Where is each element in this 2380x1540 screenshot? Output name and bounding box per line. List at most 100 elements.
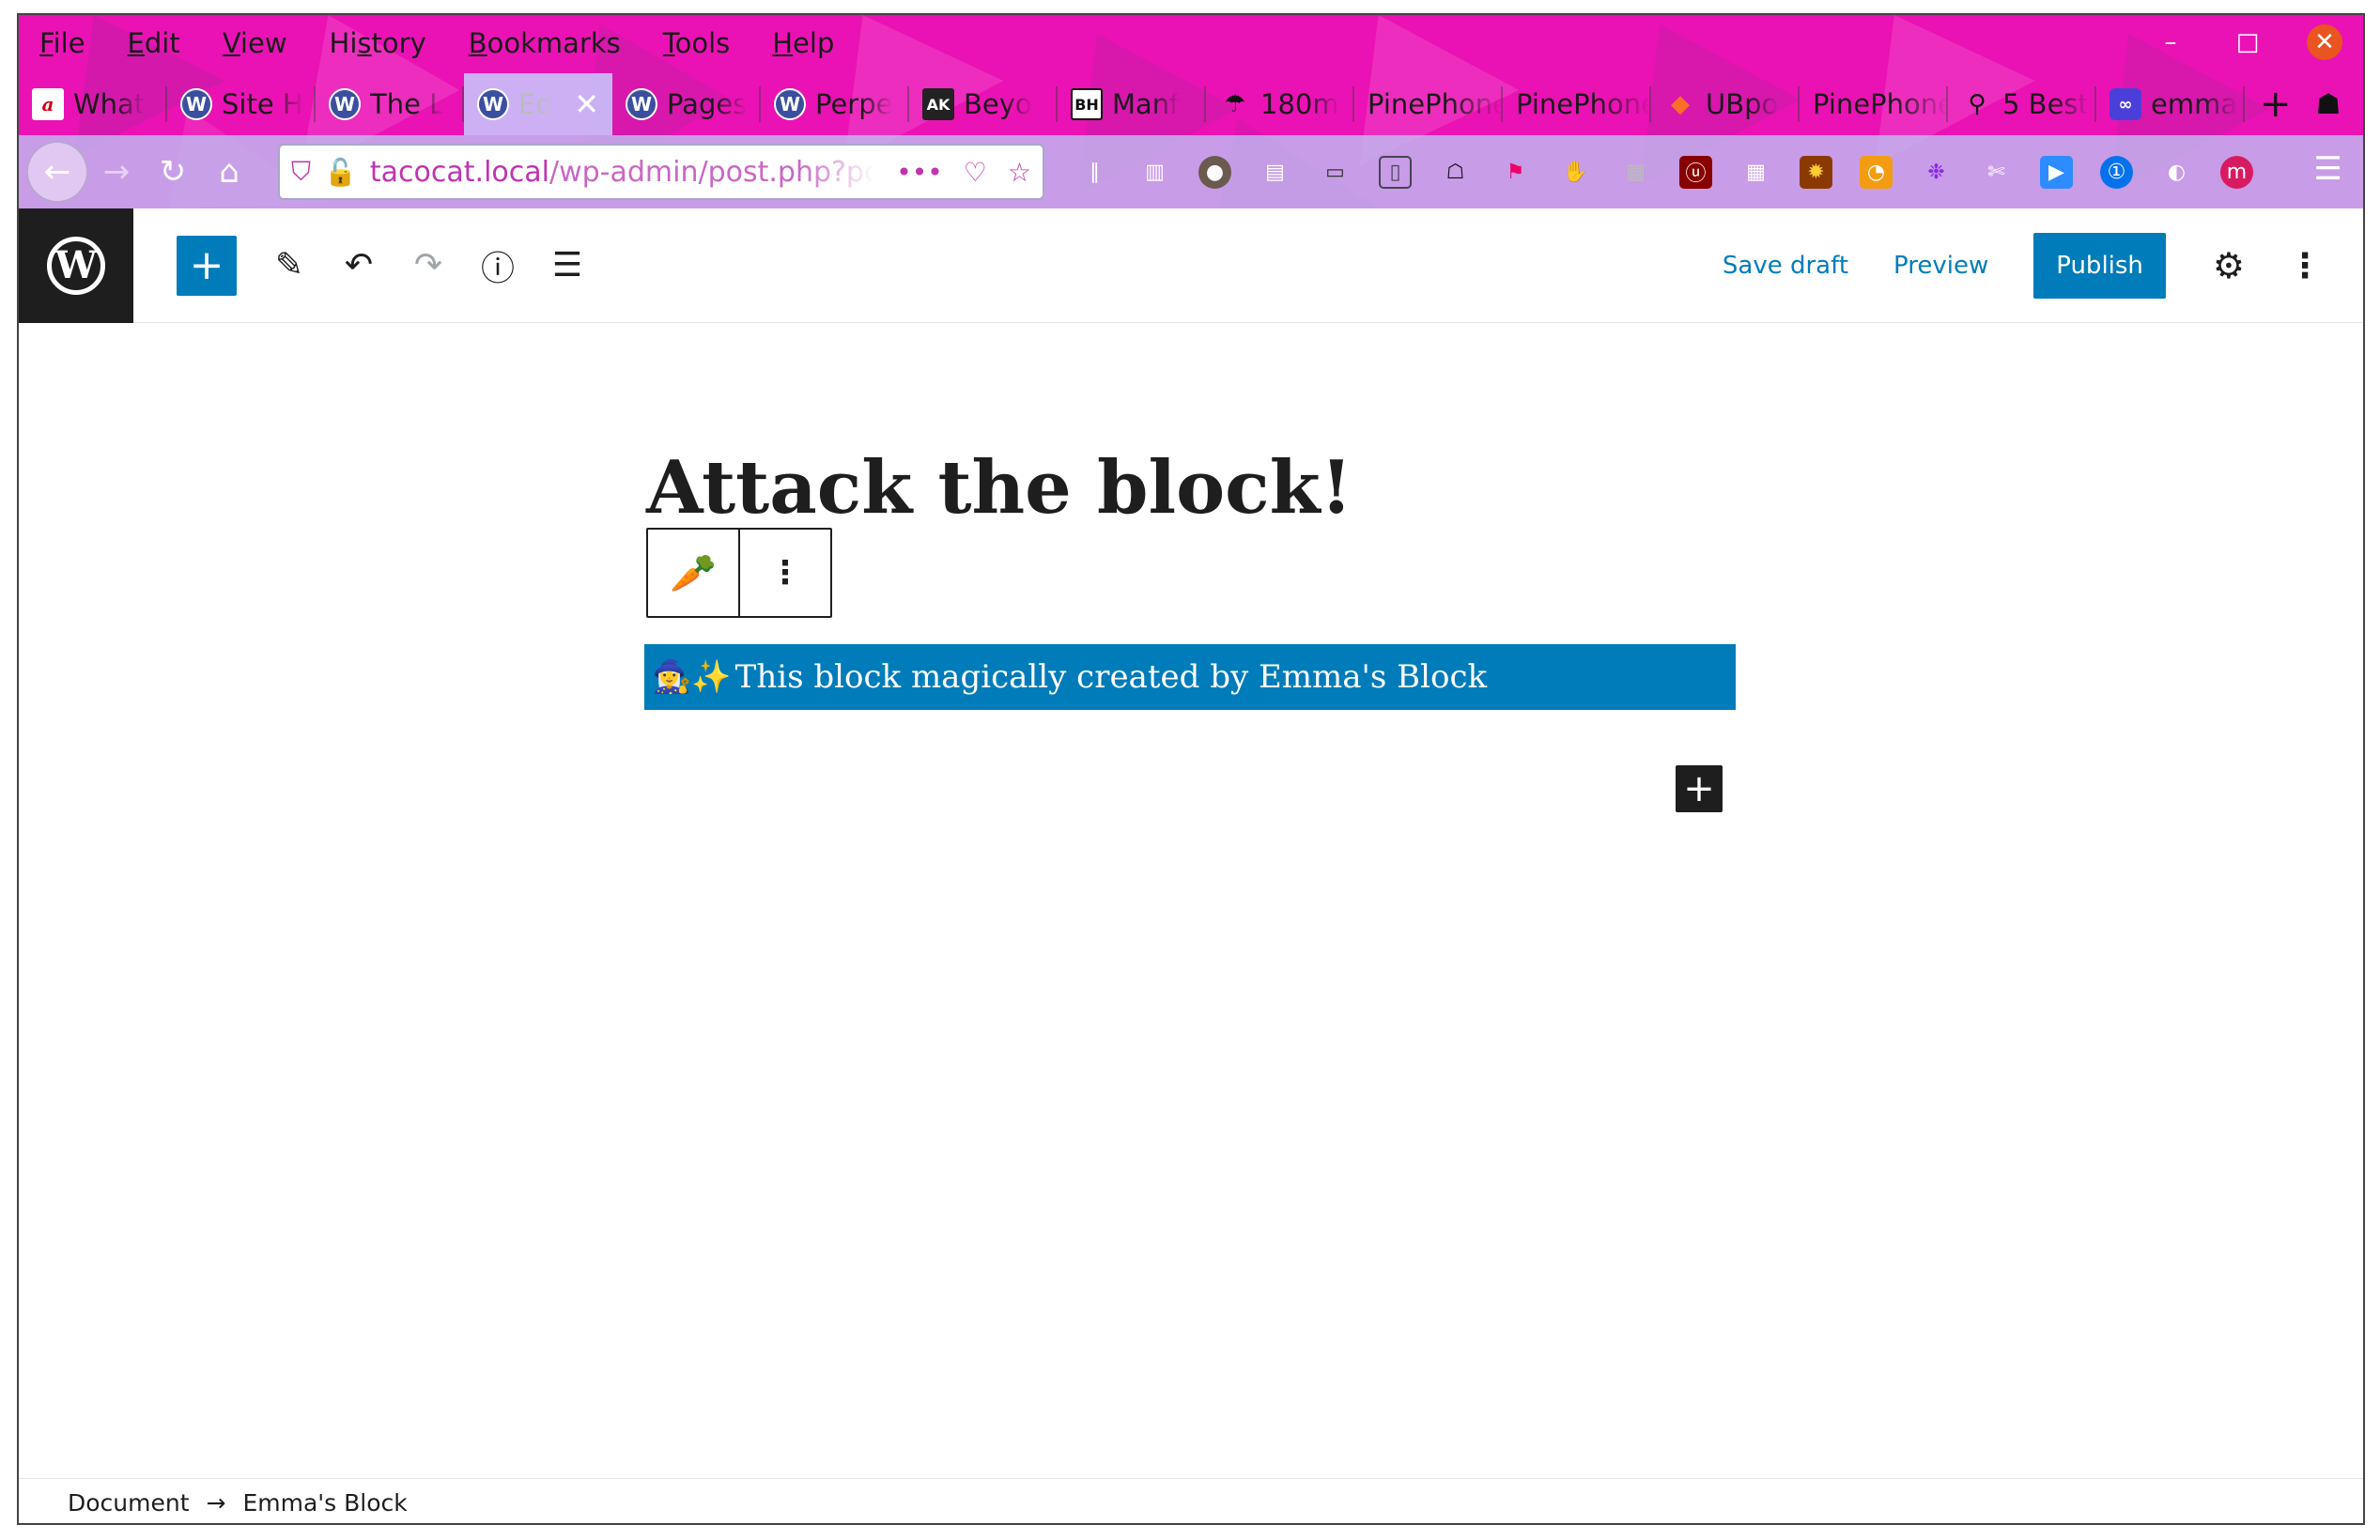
wordpress-logo-button[interactable]: W	[19, 208, 133, 323]
save-draft-button[interactable]: Save draft	[1723, 252, 1848, 280]
back-button[interactable]: ←	[26, 141, 88, 203]
tab[interactable]: ∞ emma	[2096, 73, 2245, 135]
tab[interactable]: BH Manf	[1058, 73, 1206, 135]
ghost-icon[interactable]: ☖	[1439, 156, 1472, 189]
tab-active[interactable]: W Ed ✕	[464, 73, 612, 135]
pocket-icon[interactable]: ♡	[964, 157, 987, 188]
minimize-button[interactable]: –	[2153, 24, 2188, 60]
publish-button[interactable]: Publish	[2033, 233, 2166, 299]
tab[interactable]: W Site H	[167, 73, 316, 135]
menu-view[interactable]: View	[223, 27, 287, 59]
reader-icon[interactable]: ▯	[1379, 155, 1412, 189]
navigation-toolbar: ← → ↻ ⌂ ⛉ 🔓 tacocat.local/wp-admin/post.…	[19, 135, 2363, 208]
menu-bar: File Edit View History Bookmarks Tools H…	[19, 15, 2363, 71]
menu-hamburger-icon[interactable]: ☰	[2314, 150, 2342, 188]
wordpress-icon: W	[329, 88, 361, 120]
tab[interactable]: W Pages	[612, 73, 761, 135]
add-block-button[interactable]: +	[177, 235, 237, 296]
gnome-icon[interactable]: ✋	[1559, 156, 1592, 189]
rss-icon[interactable]: ◔	[1860, 155, 1893, 189]
tab-list-icon[interactable]: ☗	[2316, 88, 2341, 121]
gitlab-icon: ◆	[1671, 90, 1690, 118]
tab[interactable]: W The L	[316, 73, 464, 135]
edit-pencil-icon[interactable]: ✎	[269, 245, 310, 286]
settings-gear-icon[interactable]: ⚙	[2213, 245, 2245, 286]
block-toolbar: 🥕 ⋮	[646, 528, 832, 618]
notes-icon[interactable]: ▤	[1259, 156, 1291, 189]
block-text: This block magically created by Emma's B…	[734, 658, 1488, 696]
ublock-icon[interactable]: ⓤ	[1679, 155, 1712, 189]
tab[interactable]: PinePhone	[1800, 73, 1948, 135]
url-text[interactable]: tacocat.local/wp-admin/post.php?post=	[370, 156, 875, 189]
breadcrumb-document[interactable]: Document	[68, 1489, 190, 1517]
close-window-button[interactable]: ✕	[2307, 24, 2342, 60]
shield-icon[interactable]: ⛉	[291, 156, 311, 188]
bookmark-star-icon[interactable]: ☆	[1008, 157, 1031, 188]
tab[interactable]: a What	[19, 73, 167, 135]
maximize-button[interactable]: □	[2230, 24, 2265, 60]
browser-window: File Edit View History Bookmarks Tools H…	[17, 13, 2365, 1525]
tab-bar: a What W Site H W The L W Ed ✕ W Pages W	[19, 73, 2363, 135]
tab[interactable]: ◆ UBpo	[1651, 73, 1800, 135]
block-options-icon[interactable]: ⋮	[740, 530, 830, 616]
play-icon[interactable]: ◐	[2160, 156, 2193, 189]
wizard-sparkles-icon: 🧙‍♀️✨	[652, 658, 732, 696]
grid-icon[interactable]: ▦	[1739, 156, 1772, 189]
library-icon[interactable]: ∥	[1078, 156, 1111, 189]
screens-icon[interactable]: ▭	[1319, 156, 1352, 189]
undo-icon[interactable]: ↶	[338, 245, 379, 286]
window-controls: – □ ✕	[2153, 24, 2342, 60]
url-bar[interactable]: ⛉ 🔓 tacocat.local/wp-admin/post.php?post…	[278, 144, 1044, 200]
page-actions-button[interactable]: •••	[896, 157, 943, 188]
editor-header: W + ✎ ↶ ↷ ⓘ ☰ Save draft Preview Publish…	[19, 208, 2363, 323]
tab[interactable]: AK Beyo	[909, 73, 1058, 135]
snowflake-icon[interactable]: ❉	[1920, 156, 1953, 189]
tab[interactable]: ☂ 180m	[1206, 73, 1354, 135]
carrot-block-icon[interactable]: 🥕	[648, 530, 740, 616]
new-tab-button[interactable]: +	[2260, 83, 2292, 126]
info-icon[interactable]: ⓘ	[477, 245, 518, 288]
wp-editor: W + ✎ ↶ ↷ ⓘ ☰ Save draft Preview Publish…	[19, 208, 2363, 1523]
menu-bookmarks[interactable]: Bookmarks	[469, 27, 621, 59]
more-options-icon[interactable]: ⋮	[2288, 247, 2322, 285]
menu-tools[interactable]: Tools	[663, 27, 730, 59]
sidebar-right-icon[interactable]: ▦	[1619, 156, 1652, 189]
preview-button[interactable]: Preview	[1893, 252, 1988, 280]
wordpress-icon: W	[626, 88, 657, 120]
bh-icon: BH	[1071, 88, 1103, 120]
sun-icon[interactable]: ✹	[1800, 155, 1832, 189]
breadcrumb-separator: →	[206, 1489, 226, 1517]
mastodon-icon[interactable]: m	[2220, 155, 2253, 189]
breadcrumb-emmas-block[interactable]: Emma's Block	[242, 1489, 407, 1517]
onepassword-icon[interactable]: ①	[2100, 155, 2133, 189]
tab[interactable]: PinePhone	[1503, 73, 1651, 135]
wordpress-icon: W	[47, 236, 105, 295]
reload-button[interactable]: ↻	[145, 144, 201, 200]
umbrella-icon: ☂	[1224, 90, 1246, 118]
forward-button[interactable]: →	[88, 144, 145, 200]
zoom-icon[interactable]: ▶	[2040, 155, 2073, 189]
menu-file[interactable]: File	[39, 27, 85, 59]
menu-edit[interactable]: Edit	[128, 27, 180, 59]
block-breadcrumb: Document → Emma's Block	[19, 1478, 2363, 1523]
block-inserter-button[interactable]: +	[1676, 765, 1723, 812]
list-view-icon[interactable]: ☰	[547, 245, 588, 286]
tab[interactable]: ⚲ 5 Best	[1948, 73, 2096, 135]
telescope-icon: ⚲	[1968, 90, 1986, 118]
menu-history[interactable]: History	[330, 27, 426, 59]
flag-icon[interactable]: ⚑	[1499, 156, 1532, 189]
post-title[interactable]: Attack the block!	[646, 445, 1352, 531]
close-tab-icon[interactable]: ✕	[574, 86, 599, 122]
sidebar-icon[interactable]: ▥	[1138, 156, 1171, 189]
tab[interactable]: PinePhone	[1354, 73, 1503, 135]
menu-help[interactable]: Help	[772, 27, 834, 59]
ak-icon: AK	[922, 88, 954, 120]
browser-chrome: File Edit View History Bookmarks Tools H…	[19, 15, 2363, 208]
emma-block[interactable]: 🧙‍♀️✨ This block magically created by Em…	[644, 644, 1736, 710]
home-button[interactable]: ⌂	[201, 144, 257, 200]
profile-avatar-icon[interactable]: ●	[1198, 155, 1231, 189]
screenshot-icon[interactable]: ✄	[1980, 156, 2013, 189]
redo-icon[interactable]: ↷	[408, 245, 449, 286]
insecure-lock-icon[interactable]: 🔓	[324, 157, 357, 188]
tab[interactable]: W Perpe	[761, 73, 909, 135]
